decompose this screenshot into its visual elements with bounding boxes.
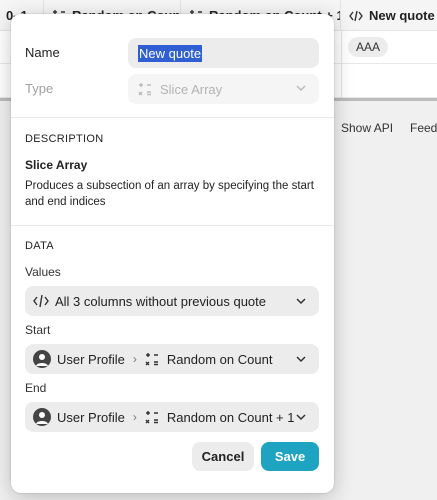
- chevron-right-icon: ›: [132, 410, 137, 424]
- code-icon: [33, 294, 49, 308]
- math-ops-icon: [145, 411, 158, 424]
- name-row: Name: [25, 45, 60, 60]
- name-input-value: New quote: [138, 44, 203, 62]
- feedback-button[interactable]: Feedb: [410, 121, 437, 135]
- chevron-down-icon: [296, 356, 306, 363]
- chevron-down-icon: [296, 298, 306, 305]
- description-text: Produces a subsection of an array by spe…: [25, 180, 314, 208]
- divider: [11, 117, 334, 118]
- values-value: All 3 columns without previous quote: [55, 293, 267, 309]
- cancel-button[interactable]: Cancel: [192, 442, 254, 471]
- cell-chip: AAA: [348, 37, 389, 57]
- chevron-right-icon: ›: [132, 352, 137, 366]
- name-label: Name: [25, 45, 60, 60]
- start-column: Random on Count: [166, 351, 273, 367]
- start-source: User Profile: [57, 351, 125, 367]
- data-section-title: DATA: [25, 240, 54, 252]
- user-profile-icon: [33, 408, 51, 426]
- end-label: End: [25, 381, 47, 395]
- chevron-down-icon: [296, 414, 306, 421]
- code-icon: [349, 10, 363, 21]
- start-label: Start: [25, 323, 51, 337]
- save-button[interactable]: Save: [261, 442, 319, 471]
- end-select[interactable]: User Profile › Random on Count + 1: [25, 402, 319, 432]
- start-select[interactable]: User Profile › Random on Count: [25, 344, 319, 374]
- type-row: Type: [25, 81, 53, 96]
- type-value: Slice Array: [160, 81, 223, 97]
- column-header[interactable]: New quote: [341, 0, 437, 31]
- math-ops-icon: [145, 353, 158, 366]
- end-source: User Profile: [57, 409, 125, 425]
- type-label: Type: [25, 81, 54, 96]
- divider: [11, 225, 334, 226]
- end-column: Random on Count + 1: [166, 409, 295, 425]
- type-select[interactable]: Slice Array: [128, 74, 319, 104]
- column-config-popover: Name New quote Type Slice Array DESCRIPT…: [11, 14, 334, 493]
- user-profile-icon: [33, 350, 51, 368]
- chevron-down-icon: [296, 85, 306, 92]
- values-label: Values: [25, 265, 61, 279]
- description-section-title: DESCRIPTION: [25, 133, 104, 145]
- math-ops-icon: [138, 83, 151, 96]
- column-divider: [341, 31, 342, 98]
- column-label: New quote: [369, 8, 435, 23]
- values-select[interactable]: All 3 columns without previous quote: [25, 286, 319, 316]
- description-title: Slice Array: [25, 158, 88, 172]
- name-input[interactable]: New quote: [128, 38, 319, 68]
- show-api-button[interactable]: Show API: [341, 121, 393, 135]
